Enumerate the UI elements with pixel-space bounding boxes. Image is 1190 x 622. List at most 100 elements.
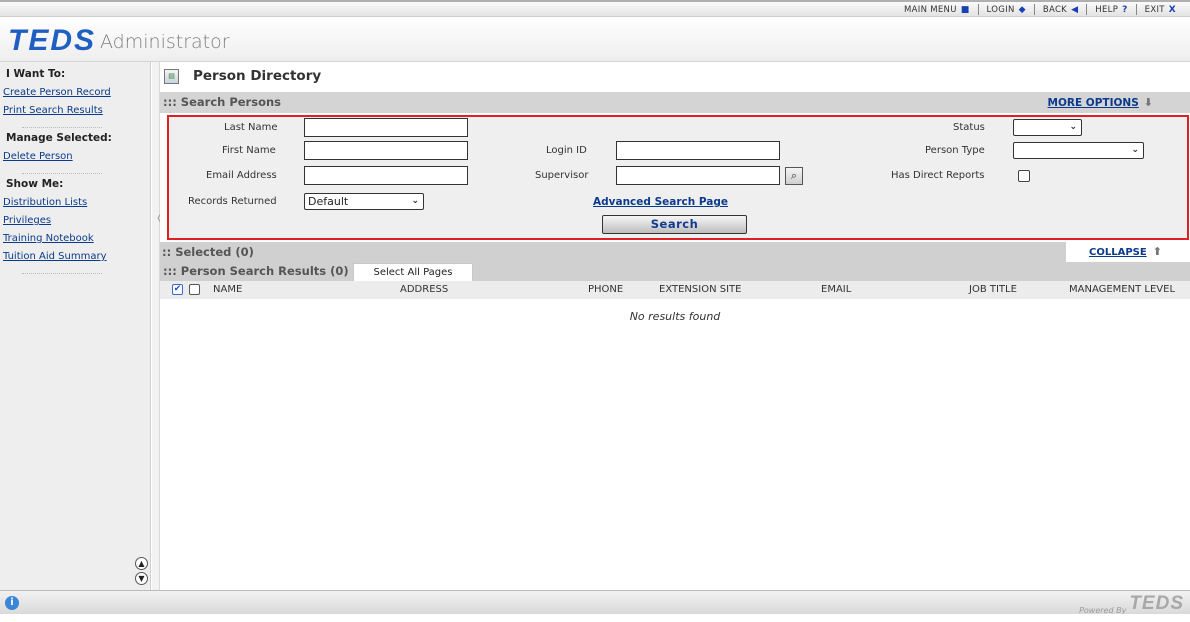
advanced-search-link[interactable]: Advanced Search Page	[593, 196, 728, 208]
sidebar-scroll-controls: ▲ ▼	[135, 557, 148, 585]
app-header: TEDS Administrator	[0, 17, 1190, 62]
back-link[interactable]: BACK ◀	[1033, 4, 1086, 15]
delete-person-link[interactable]: Delete Person	[0, 148, 150, 166]
login-label: LOGIN	[986, 4, 1015, 15]
person-type-label: Person Type	[925, 145, 985, 156]
create-person-link[interactable]: Create Person Record	[0, 84, 150, 102]
sidebar-collapse-icon[interactable]: 〈	[151, 210, 162, 250]
help-label: HELP	[1095, 4, 1119, 15]
page-title: Person Directory	[193, 68, 322, 84]
login-link[interactable]: LOGIN ◆	[977, 4, 1034, 15]
supervisor-label: Supervisor	[535, 170, 589, 181]
column-header-job-title[interactable]: JOB TITLE	[969, 281, 1017, 299]
selected-bar: :: Selected (0) COLLAPSE ⬆	[160, 242, 1190, 262]
main-menu-link[interactable]: MAIN MENU ■	[896, 4, 978, 15]
help-icon: ?	[1122, 4, 1128, 15]
arrow-down-icon: ⬇	[1143, 96, 1153, 109]
records-returned-select[interactable]: Default ⌄	[304, 193, 424, 210]
records-returned-label: Records Returned	[188, 196, 277, 207]
has-direct-reports-label: Has Direct Reports	[891, 170, 985, 181]
chevron-down-icon: ⌄	[1069, 122, 1077, 132]
chevron-down-icon: ⌄	[1131, 145, 1139, 155]
more-options-toggle[interactable]: MORE OPTIONS ⬇	[1048, 92, 1153, 114]
top-bar: MAIN MENU ■ LOGIN ◆ BACK ◀ HELP ? EXIT X	[0, 0, 1190, 17]
column-header-name[interactable]: NAME	[213, 281, 242, 299]
i-want-to-heading: I Want To:	[6, 68, 66, 80]
email-address-label: Email Address	[206, 170, 277, 181]
app-name: Administrator	[100, 31, 230, 53]
status-select[interactable]: ⌄	[1013, 119, 1082, 136]
diamond-icon: ◆	[1018, 4, 1026, 15]
person-directory-icon: ▤	[164, 68, 179, 84]
exit-link[interactable]: EXIT X	[1135, 4, 1184, 15]
results-title: ::: Person Search Results (0)	[163, 264, 349, 278]
selected-title: :: Selected (0)	[162, 245, 254, 259]
results-table-header: ✔ NAME ADDRESS PHONE EXTENSION SITE EMAI…	[160, 281, 1190, 299]
back-label: BACK	[1042, 4, 1068, 15]
checkmark-icon[interactable]: ✔	[172, 284, 183, 295]
back-arrow-icon: ◀	[1071, 4, 1079, 15]
login-id-input[interactable]	[616, 141, 780, 160]
show-me-heading: Show Me:	[6, 178, 64, 190]
square-icon: ■	[960, 4, 970, 15]
training-notebook-link[interactable]: Training Notebook	[0, 230, 150, 248]
email-address-input[interactable]	[304, 166, 468, 185]
person-type-select[interactable]: ⌄	[1013, 142, 1144, 159]
sidebar-divider	[22, 168, 102, 174]
footer: i Powered By TEDS	[0, 590, 1190, 615]
top-nav: MAIN MENU ■ LOGIN ◆ BACK ◀ HELP ? EXIT X	[896, 4, 1184, 15]
exit-label: EXIT	[1144, 4, 1165, 15]
arrow-up-icon: ⬆	[1152, 245, 1162, 258]
help-link[interactable]: HELP ?	[1086, 4, 1135, 15]
search-form: Last Name First Name Email Address Recor…	[167, 115, 1189, 240]
sidebar-divider	[22, 268, 102, 274]
supervisor-input[interactable]	[616, 166, 780, 185]
privileges-link[interactable]: Privileges	[0, 212, 150, 230]
manage-selected-heading: Manage Selected:	[6, 132, 112, 144]
powered-by: Powered By TEDS	[1079, 593, 1184, 615]
login-id-label: Login ID	[546, 145, 587, 156]
select-all-pages-tab[interactable]: Select All Pages	[353, 263, 473, 281]
chevron-down-icon: ⌄	[411, 196, 419, 206]
search-button[interactable]: Search	[602, 215, 747, 234]
column-header-phone[interactable]: PHONE	[588, 281, 623, 299]
column-header-address[interactable]: ADDRESS	[400, 281, 448, 299]
sidebar-gutter	[152, 62, 160, 590]
main-content: ▤ Person Directory ::: Search Persons MO…	[160, 62, 1190, 590]
last-name-label: Last Name	[224, 122, 278, 133]
print-results-link[interactable]: Print Search Results	[0, 102, 150, 120]
search-persons-bar: ::: Search Persons MORE OPTIONS ⬇	[160, 92, 1190, 113]
records-returned-value: Default	[308, 195, 349, 208]
column-header-extension-site[interactable]: EXTENSION SITE	[659, 281, 741, 299]
app-logo: TEDS Administrator	[8, 24, 230, 58]
page-header: ▤ Person Directory	[164, 68, 321, 84]
teds-logo: TEDS	[8, 24, 97, 57]
distribution-lists-link[interactable]: Distribution Lists	[0, 194, 150, 212]
has-direct-reports-checkbox[interactable]	[1018, 170, 1030, 182]
no-results-message: No results found	[629, 310, 721, 323]
collapse-link[interactable]: COLLAPSE	[1089, 247, 1147, 258]
main-menu-label: MAIN MENU	[904, 4, 957, 15]
results-bar: ::: Person Search Results (0) Select All…	[160, 262, 1190, 281]
collapse-toggle[interactable]: COLLAPSE ⬆	[1066, 242, 1190, 262]
bottom-strip	[0, 614, 1190, 622]
status-label: Status	[953, 122, 985, 133]
search-persons-title: ::: Search Persons	[163, 95, 281, 109]
select-all-checkbox[interactable]	[189, 284, 200, 295]
sidebar-divider	[22, 122, 102, 128]
footer-teds-logo: TEDS	[1129, 593, 1184, 614]
last-name-input[interactable]	[304, 118, 468, 137]
info-icon[interactable]: i	[5, 596, 19, 610]
search-icon: ⌕	[790, 169, 798, 182]
column-header-management-level[interactable]: MANAGEMENT LEVEL	[1069, 281, 1175, 299]
sidebar: I Want To: Create Person Record Print Se…	[0, 62, 151, 590]
close-icon: X	[1168, 4, 1176, 15]
first-name-input[interactable]	[304, 141, 468, 160]
scroll-up-icon[interactable]: ▲	[135, 557, 148, 570]
more-options-link[interactable]: MORE OPTIONS	[1048, 97, 1139, 109]
scroll-down-icon[interactable]: ▼	[135, 572, 148, 585]
first-name-label: First Name	[222, 145, 276, 156]
tuition-aid-summary-link[interactable]: Tuition Aid Summary	[0, 248, 150, 266]
column-header-email[interactable]: EMAIL	[821, 281, 851, 299]
supervisor-lookup-button[interactable]: ⌕	[785, 167, 803, 185]
